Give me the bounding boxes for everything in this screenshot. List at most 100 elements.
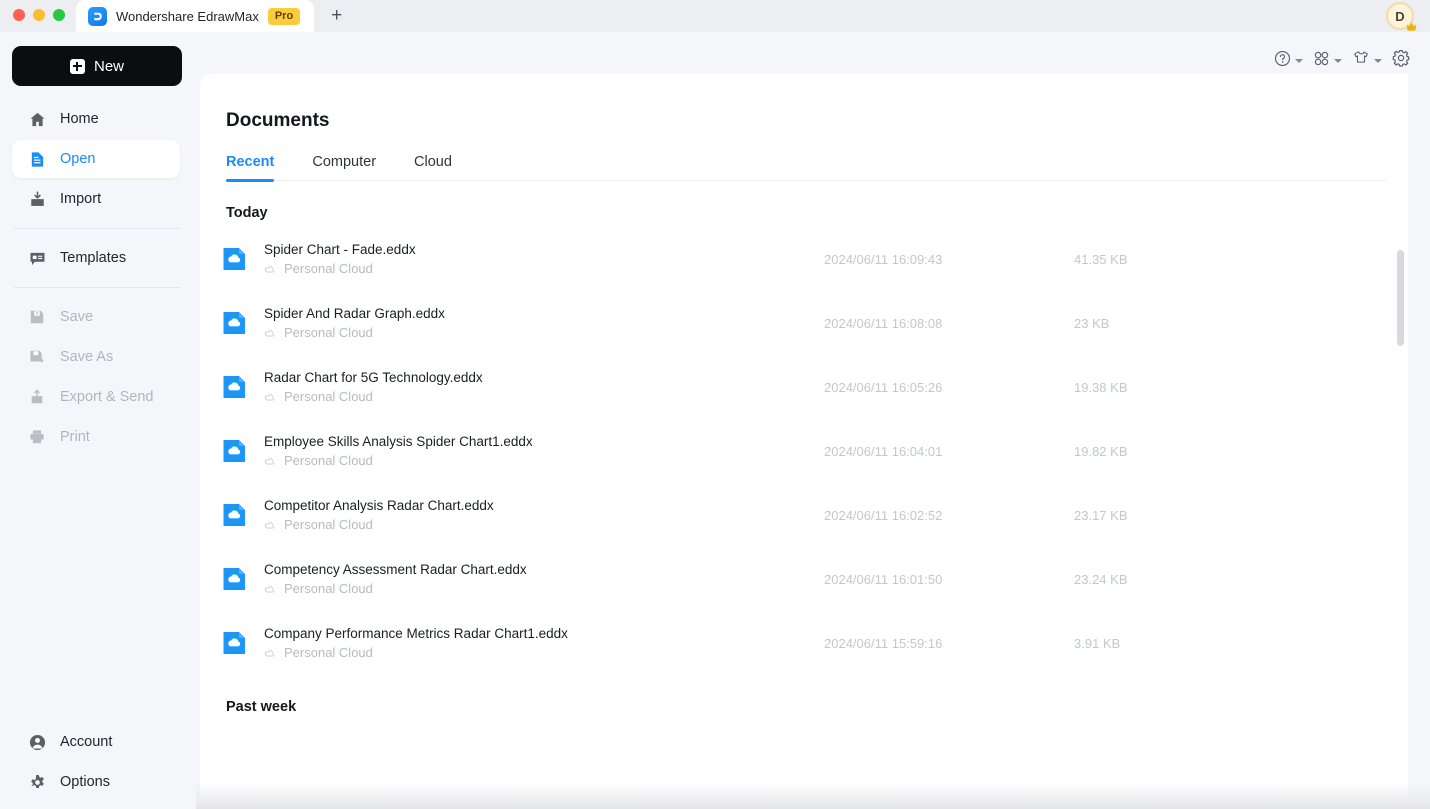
file-row-text: Competency Assessment Radar Chart.eddx P… xyxy=(264,561,824,597)
file-location: Personal Cloud xyxy=(264,516,824,533)
sidebar-item-label: Print xyxy=(60,429,90,445)
cloud-file-icon xyxy=(223,504,245,526)
templates-icon xyxy=(28,249,46,267)
sidebar-item-import[interactable]: Import xyxy=(12,180,180,218)
new-tab-button[interactable]: + xyxy=(314,0,359,32)
sidebar-item-label: Save xyxy=(60,309,94,325)
file-row[interactable]: Company Performance Metrics Radar Chart1… xyxy=(200,611,1408,675)
file-row[interactable]: Competitor Analysis Radar Chart.eddx Per… xyxy=(200,483,1408,547)
sidebar-item-label: Save As xyxy=(60,349,114,365)
cloud-icon xyxy=(265,330,275,337)
sidebar-item-label: Import xyxy=(60,191,102,207)
tab-strip: Wondershare EdrawMax Pro + xyxy=(76,0,359,32)
file-size: 3.91 KB xyxy=(1074,635,1121,651)
cloud-icon xyxy=(265,394,275,401)
file-row[interactable]: Radar Chart for 5G Technology.eddx Perso… xyxy=(200,355,1408,419)
main-content: Documents Recent Computer Cloud Today Sp… xyxy=(196,32,1430,809)
sidebar-bottom-nav: Account Options xyxy=(0,721,196,803)
file-row-text: Competitor Analysis Radar Chart.eddx Per… xyxy=(264,497,824,533)
scrollbar-thumb[interactable] xyxy=(1397,250,1404,346)
gear-icon xyxy=(28,773,46,791)
file-row[interactable]: Spider Chart - Fade.eddx Personal Cloud 2… xyxy=(200,227,1408,291)
vertical-scrollbar[interactable] xyxy=(1397,250,1404,809)
plus-icon xyxy=(69,58,85,74)
file-location: Personal Cloud xyxy=(264,452,824,469)
file-size: 23.17 KB xyxy=(1074,507,1128,523)
sidebar-divider-1 xyxy=(14,228,180,229)
sidebar-item-templates[interactable]: Templates xyxy=(12,239,180,277)
file-location-label: Personal Cloud xyxy=(284,325,373,340)
file-name: Spider Chart - Fade.eddx xyxy=(264,242,416,257)
documents-panel: Documents Recent Computer Cloud Today Sp… xyxy=(200,74,1408,809)
sidebar-item-home[interactable]: Home xyxy=(12,100,180,138)
sidebar-nav: Home Open Import Templates Save Save As … xyxy=(0,100,196,456)
title-bar: Wondershare EdrawMax Pro + D xyxy=(0,0,1430,32)
sidebar-item-options[interactable]: Options xyxy=(12,763,180,801)
file-group-title: Past week xyxy=(226,699,297,715)
sidebar-item-save: Save xyxy=(12,298,180,336)
file-location: Personal Cloud xyxy=(264,324,824,341)
file-size: 19.82 KB xyxy=(1074,443,1128,459)
sidebar-item-label: Open xyxy=(60,151,96,167)
file-name: Family Tree Of Velaryon in House of the … xyxy=(264,735,824,737)
sidebar-item-label: Account xyxy=(60,734,113,750)
avatar[interactable]: D xyxy=(1386,2,1417,32)
file-row[interactable]: Family Tree Of Velaryon in House of the … xyxy=(200,721,1408,737)
page-title: Documents xyxy=(226,110,330,131)
cloud-icon xyxy=(265,586,275,593)
file-row-text: Spider And Radar Graph.eddx Personal Clo… xyxy=(264,305,824,341)
file-location-label: Personal Cloud xyxy=(284,581,373,596)
file-name: Competitor Analysis Radar Chart.eddx xyxy=(264,498,494,513)
pro-badge: Pro xyxy=(267,7,301,25)
export-icon xyxy=(28,388,46,406)
cloud-icon xyxy=(265,522,275,529)
tab-cloud[interactable]: Cloud xyxy=(414,154,452,180)
tab-recent[interactable]: Recent xyxy=(226,154,275,182)
file-location-label: Personal Cloud xyxy=(284,389,373,404)
file-location: Personal Cloud xyxy=(264,388,824,405)
new-button[interactable]: New xyxy=(12,46,182,86)
file-size: 23.24 KB xyxy=(1074,571,1128,587)
file-name: Employee Skills Analysis Spider Chart1.e… xyxy=(264,434,533,449)
account-icon xyxy=(28,733,46,751)
file-location-label: Personal Cloud xyxy=(284,261,373,276)
tab-title: Wondershare EdrawMax xyxy=(116,8,259,24)
close-window-button[interactable] xyxy=(13,9,25,21)
file-modified-date: 2024/06/11 15:59:16 xyxy=(824,635,943,651)
documents-tabs: Recent Computer Cloud xyxy=(226,154,1386,182)
sidebar-item-account[interactable]: Account xyxy=(12,723,180,761)
home-icon xyxy=(28,110,46,128)
cloud-icon xyxy=(265,650,275,657)
save-icon xyxy=(28,308,46,326)
file-location-label: Personal Cloud xyxy=(284,645,373,660)
sidebar-item-print: Print xyxy=(12,418,180,456)
cloud-icon xyxy=(265,266,275,273)
sidebar: New Home Open Import Templates Save Save… xyxy=(0,32,196,809)
file-size: 23 KB xyxy=(1074,315,1110,331)
file-modified-date: 2024/06/11 16:08:08 xyxy=(824,315,943,331)
cloud-file-icon xyxy=(223,632,245,654)
file-size: 41.35 KB xyxy=(1074,251,1128,267)
file-row[interactable]: Competency Assessment Radar Chart.eddx P… xyxy=(200,547,1408,611)
sidebar-item-open[interactable]: Open xyxy=(12,140,180,178)
file-row-text: Company Performance Metrics Radar Chart1… xyxy=(264,625,824,661)
file-row[interactable]: Spider And Radar Graph.eddx Personal Clo… xyxy=(200,291,1408,355)
sidebar-item-save-as: Save As xyxy=(12,338,180,376)
app-tab-edrawmax[interactable]: Wondershare EdrawMax Pro xyxy=(76,0,315,32)
new-button-label: New xyxy=(93,57,124,75)
sidebar-divider-2 xyxy=(14,287,180,288)
file-name: Competency Assessment Radar Chart.eddx xyxy=(264,562,527,577)
file-group-title: Today xyxy=(226,205,268,221)
file-row[interactable]: Employee Skills Analysis Spider Chart1.e… xyxy=(200,419,1408,483)
cloud-file-icon xyxy=(223,248,245,270)
cloud-file-icon xyxy=(223,376,245,398)
tab-computer[interactable]: Computer xyxy=(312,154,376,180)
file-location: Personal Cloud xyxy=(264,260,824,277)
sidebar-item-label: Templates xyxy=(60,250,127,266)
file-modified-date: 2024/06/11 16:05:26 xyxy=(824,379,943,395)
maximize-window-button[interactable] xyxy=(53,9,65,21)
cloud-file-icon xyxy=(223,440,245,462)
sidebar-item-export-send: Export & Send xyxy=(12,378,180,416)
minimize-window-button[interactable] xyxy=(33,9,45,21)
sidebar-item-label: Export & Send xyxy=(60,389,154,405)
